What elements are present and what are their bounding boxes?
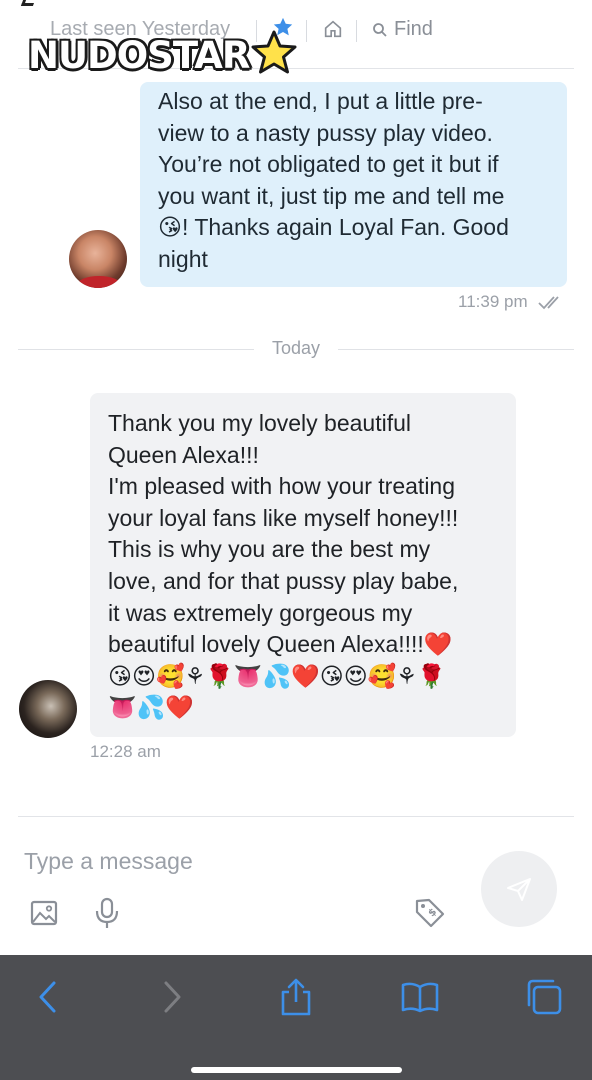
voice-button[interactable] xyxy=(90,896,124,930)
message-input[interactable] xyxy=(24,838,464,884)
message-timestamp: 11:39 pm xyxy=(458,292,528,311)
tip-button[interactable]: $ xyxy=(413,896,447,930)
watermark-star-icon xyxy=(251,30,297,74)
paper-plane-icon xyxy=(507,878,531,901)
avatar[interactable] xyxy=(69,230,127,288)
watermark-logo: NUDOSTAR xyxy=(26,30,299,80)
chevron-left-icon[interactable] xyxy=(20,0,36,6)
composer-divider xyxy=(18,816,574,817)
search-icon xyxy=(373,22,387,37)
tabs-icon xyxy=(527,979,562,1015)
chevron-right-icon xyxy=(164,981,181,1013)
home-indicator xyxy=(191,1067,402,1073)
browser-bookmarks-button[interactable] xyxy=(398,975,442,1019)
message-timestamp: 12:28 am xyxy=(90,742,161,761)
avatar[interactable] xyxy=(19,680,77,738)
watermark-text: NUDOSTAR xyxy=(26,32,251,78)
outgoing-message-bubble: Also at the end, I put a little pre- vie… xyxy=(140,82,567,287)
book-icon xyxy=(401,982,439,1013)
image-button[interactable] xyxy=(27,896,61,930)
double-check-icon xyxy=(538,296,559,310)
chevron-left-icon xyxy=(39,981,56,1013)
browser-forward-button[interactable] xyxy=(150,975,194,1019)
divider xyxy=(356,20,357,42)
find-label: Find xyxy=(394,18,433,40)
day-separator: Today xyxy=(18,338,574,360)
find-button[interactable]: Find xyxy=(372,18,433,41)
divider xyxy=(306,20,307,42)
incoming-message-bubble: Thank you my lovely beautiful Queen Alex… xyxy=(90,393,516,737)
browser-tabs-button[interactable] xyxy=(522,975,566,1019)
share-icon xyxy=(281,978,311,1016)
price-tag-icon: $ xyxy=(415,898,445,928)
send-button[interactable] xyxy=(481,851,557,927)
microphone-icon xyxy=(95,897,119,928)
browser-back-button[interactable] xyxy=(26,975,70,1019)
browser-share-button[interactable] xyxy=(274,975,318,1019)
browser-toolbar xyxy=(0,955,592,1080)
image-icon xyxy=(30,900,58,926)
home-icon[interactable] xyxy=(322,18,344,40)
